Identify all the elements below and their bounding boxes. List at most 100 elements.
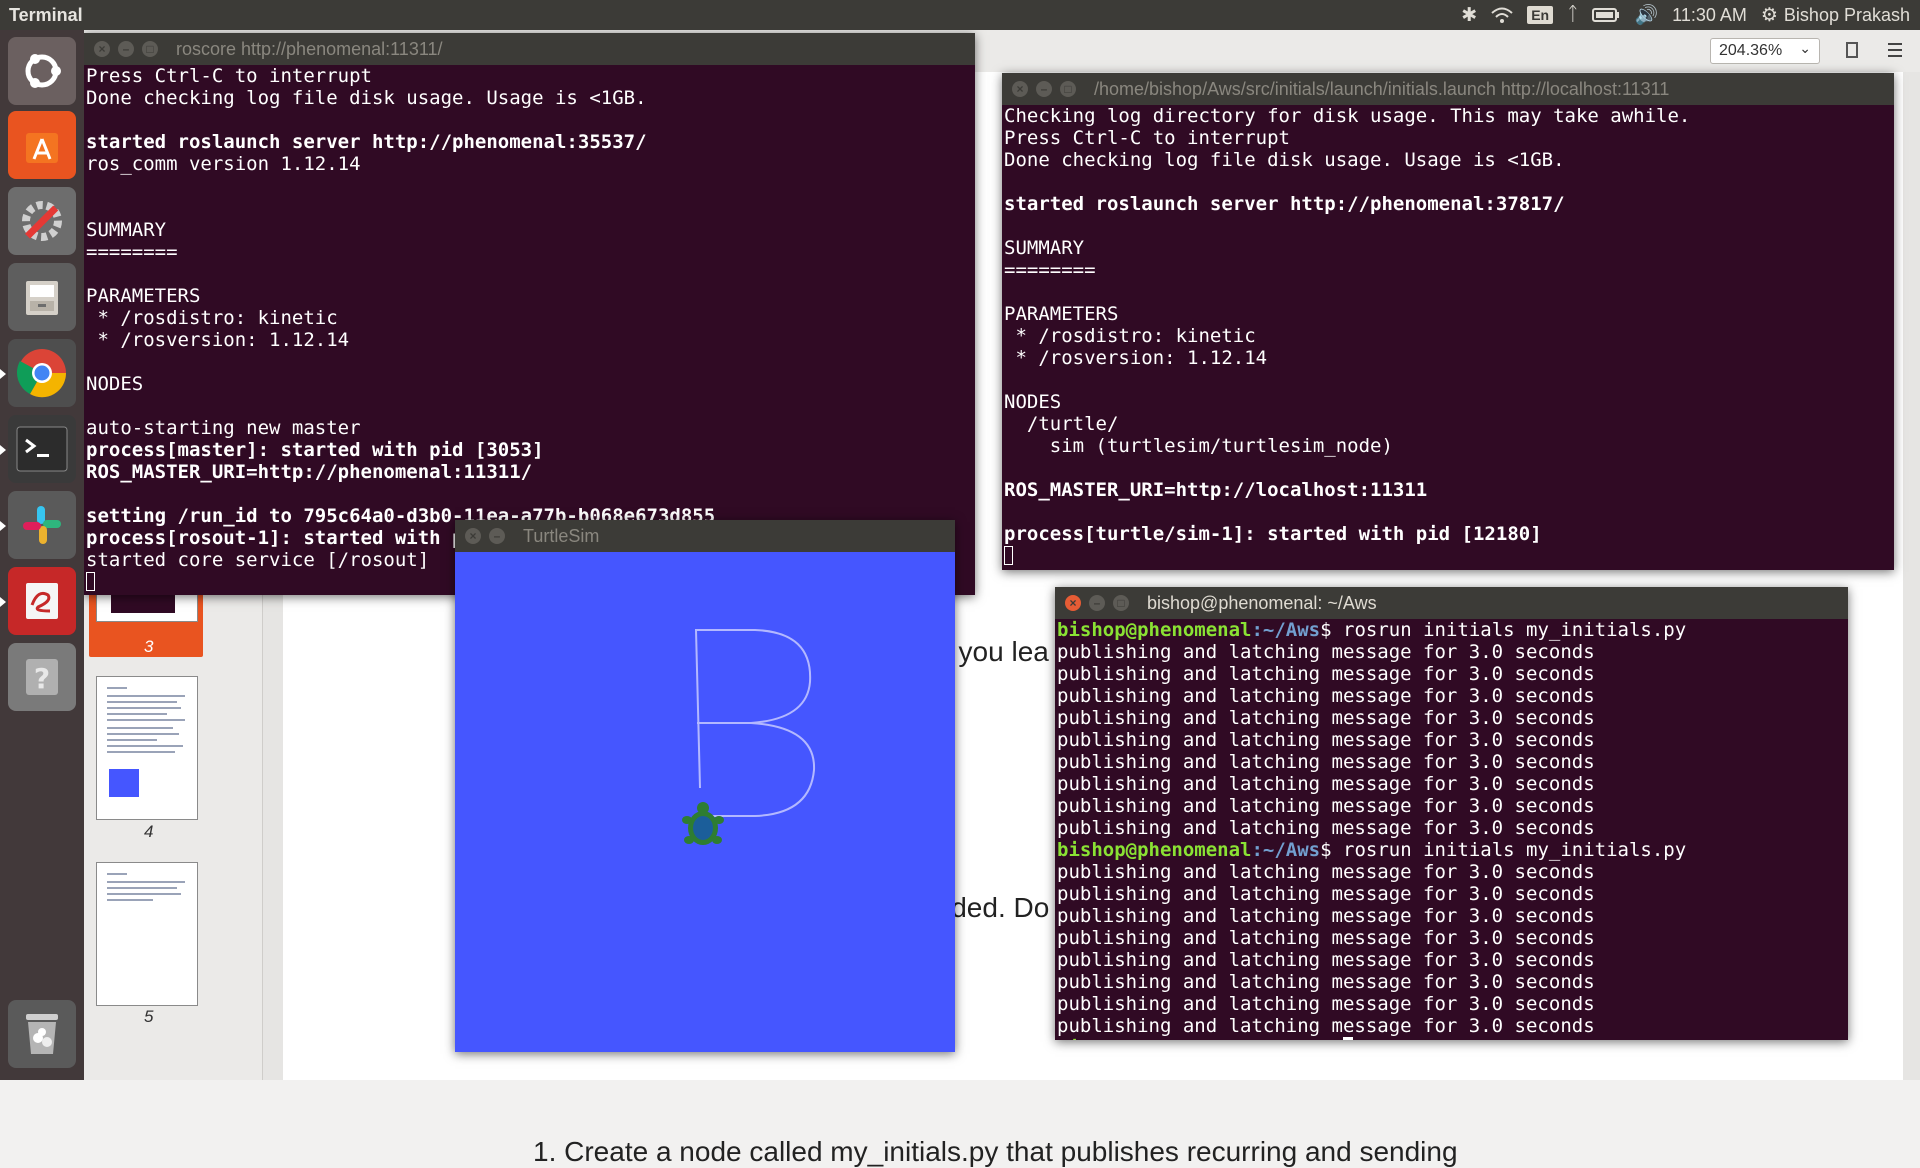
titlebar[interactable]: × – □ /home/bishop/Aws/src/initials/laun…	[1002, 73, 1894, 105]
trash-button[interactable]	[8, 1000, 76, 1068]
sidebar-toggle-icon[interactable]	[1846, 42, 1858, 58]
terminal-line: NODES	[86, 373, 144, 395]
user-name[interactable]: Bishop Prakash	[1784, 0, 1910, 30]
prompt-line: bishop@phenomenal:~/Aws$ rosrun initials…	[1055, 619, 1848, 641]
window-title: bishop@phenomenal: ~/Aws	[1147, 593, 1377, 613]
prompt-path: :~/Aws	[1251, 1037, 1320, 1040]
close-icon[interactable]: ×	[1012, 81, 1028, 97]
terminal-output[interactable]: bishop@phenomenal:~/Aws$ rosrun initials…	[1055, 619, 1848, 1040]
hamburger-menu-icon[interactable]	[1888, 43, 1902, 57]
terminal-line: publishing and latching message for 3.0 …	[1057, 663, 1595, 685]
roscore-terminal-window[interactable]: × – □ roscore http://phenomenal:11311/ P…	[84, 33, 975, 595]
terminal-cursor	[1343, 1037, 1353, 1040]
terminal-output[interactable]: Press Ctrl-C to interrupt Done checking l…	[84, 65, 975, 595]
terminal-line: Press Ctrl-C to interrupt	[86, 65, 372, 87]
keyboard-layout-label: En	[1527, 6, 1554, 24]
terminal-output[interactable]: Checking log directory for disk usage. T…	[1002, 105, 1894, 570]
page-text-fragment-1: t you lea	[943, 636, 1049, 667]
slack-button[interactable]	[0, 491, 76, 559]
terminal-line: started roslaunch server http://phenomen…	[1004, 193, 1565, 215]
terminal-line: publishing and latching message for 3.0 …	[1057, 927, 1595, 949]
terminal-line: PARAMETERS	[86, 285, 201, 307]
window-title: roscore http://phenomenal:11311/	[176, 39, 443, 59]
close-icon[interactable]: ×	[1065, 595, 1081, 611]
chrome-button[interactable]	[0, 339, 76, 407]
terminal-line: publishing and latching message for 3.0 …	[1057, 751, 1595, 773]
minimize-icon[interactable]: –	[1036, 81, 1052, 97]
titlebar[interactable]: × – □ roscore http://phenomenal:11311/	[84, 33, 975, 65]
launcher: ?	[0, 30, 84, 1080]
slack-tray-icon[interactable]: ✱	[1461, 0, 1477, 30]
terminal-line: NODES	[1004, 391, 1062, 413]
launch-terminal-window[interactable]: × – □ /home/bishop/Aws/src/initials/laun…	[1002, 73, 1894, 570]
terminal-line: publishing and latching message for 3.0 …	[1057, 795, 1595, 817]
prompt-user: bishop@phenomenal	[1057, 839, 1252, 861]
titlebar[interactable]: × – TurtleSim	[455, 520, 955, 552]
turtle-drawing	[682, 629, 816, 845]
thumbnail-page-5[interactable]	[96, 862, 198, 1006]
wifi-icon[interactable]	[1491, 0, 1513, 30]
system-tray: ✱ En ᛏ 🔊 11:30 AM ⚙ Bishop Prakash	[1461, 0, 1910, 30]
thumbnail-label-3: 3	[144, 637, 154, 656]
terminal-line: started roslaunch server http://phenomen…	[86, 131, 647, 153]
active-app-name: Terminal	[9, 5, 83, 25]
dash-home-button[interactable]	[8, 37, 76, 105]
thumbnail-page-4[interactable]	[96, 676, 198, 820]
terminal-line: publishing and latching message for 3.0 …	[1057, 773, 1595, 795]
software-center-button[interactable]	[8, 111, 76, 179]
chrome-icon	[16, 349, 67, 398]
close-icon[interactable]: ×	[94, 41, 110, 57]
terminal-line: process[turtle/sim-1]: started with pid …	[1004, 523, 1542, 545]
battery-icon[interactable]	[1592, 0, 1620, 30]
command-text: rosrun initials my_initials.py	[1343, 839, 1687, 861]
terminal-line: Checking log directory for disk usage. T…	[1004, 105, 1691, 127]
terminal-line: publishing and latching message for 3.0 …	[1057, 685, 1595, 707]
volume-icon[interactable]: 🔊	[1634, 0, 1658, 30]
settings-wrench-icon	[22, 201, 62, 241]
zoom-select[interactable]: 204.36% ⌄	[1710, 38, 1820, 64]
minimize-icon[interactable]: –	[118, 41, 134, 57]
page-text-fragment-2: ided. Do	[945, 892, 1050, 923]
document-viewer-button[interactable]	[0, 567, 76, 635]
terminal-line: PARAMETERS	[1004, 303, 1119, 325]
bluetooth-icon[interactable]: ᛏ	[1567, 0, 1578, 30]
minimize-icon[interactable]: –	[1089, 595, 1105, 611]
terminal-line: ros_comm version 1.12.14	[86, 153, 361, 175]
zoom-value: 204.36%	[1719, 42, 1783, 59]
maximize-icon[interactable]: □	[1060, 81, 1076, 97]
terminal-line: * /rosdistro: kinetic	[86, 307, 338, 329]
close-icon[interactable]: ×	[465, 528, 481, 544]
turtle-canvas[interactable]	[455, 552, 955, 1052]
files-button[interactable]	[8, 263, 76, 331]
terminal-line: sim (turtlesim/turtlesim_node)	[1004, 435, 1393, 457]
keyboard-layout-indicator[interactable]: En	[1527, 0, 1554, 30]
maximize-icon[interactable]: □	[142, 41, 158, 57]
system-settings-button[interactable]	[8, 187, 76, 255]
terminal-launcher-button[interactable]	[0, 415, 76, 483]
terminal-line: * /rosversion: 1.12.14	[1004, 347, 1268, 369]
terminal-cursor	[86, 572, 95, 591]
turtlesim-window[interactable]: × – TurtleSim	[455, 520, 955, 1052]
clock[interactable]: 11:30 AM	[1672, 0, 1747, 30]
terminal-line: * /rosversion: 1.12.14	[86, 329, 350, 351]
terminal-line: publishing and latching message for 3.0 …	[1057, 905, 1595, 927]
terminal-line: Done checking log file disk usage. Usage…	[1004, 149, 1565, 171]
help-button[interactable]: ?	[8, 643, 76, 711]
top-panel: Terminal ✱ En ᛏ 🔊 11:30 AM ⚙ Bishop Prak…	[0, 0, 1920, 30]
terminal-line: publishing and latching message for 3.0 …	[1057, 861, 1595, 883]
maximize-icon[interactable]: □	[1113, 595, 1129, 611]
gear-icon[interactable]: ⚙	[1761, 0, 1778, 30]
terminal-icon	[16, 426, 68, 472]
terminal-line: publishing and latching message for 3.0 …	[1057, 641, 1595, 663]
titlebar[interactable]: × – □ bishop@phenomenal: ~/Aws	[1055, 587, 1848, 619]
bishop-terminal-window[interactable]: × – □ bishop@phenomenal: ~/Aws bishop@ph…	[1055, 587, 1848, 1040]
terminal-line: publishing and latching message for 3.0 …	[1057, 993, 1595, 1015]
minimize-icon[interactable]: –	[489, 528, 505, 544]
turtle-icon	[682, 802, 724, 845]
